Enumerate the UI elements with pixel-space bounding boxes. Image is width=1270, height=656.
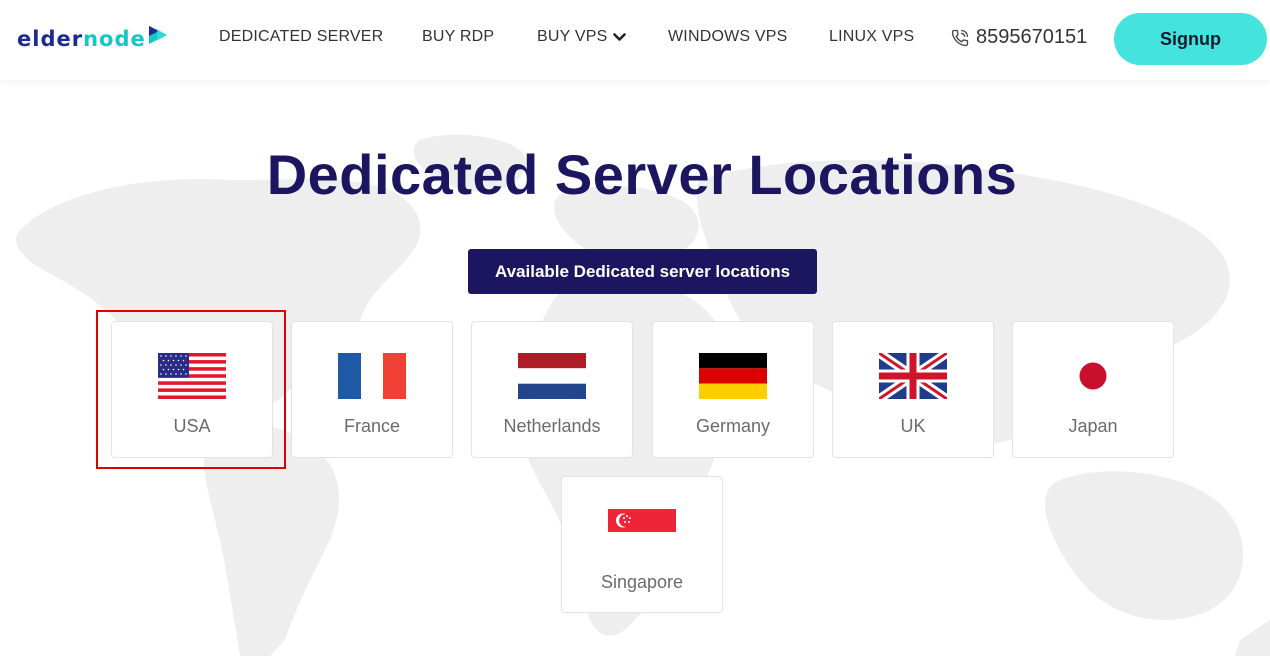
nav-buy-vps[interactable]: BUY VPS [537,28,627,46]
location-label: Netherlands [503,416,601,436]
nav-windows-vps[interactable]: WINDOWS VPS [668,28,788,46]
singapore-flag-icon [608,509,676,532]
phone-number: 8595670151 [976,26,1088,48]
location-card-usa[interactable]: USA [111,321,273,458]
top-header: eldernode DEDICATED SERVER BUY RDP BUY V… [0,0,1270,80]
phone-icon [951,29,969,46]
nav-buy-rdp[interactable]: BUY RDP [422,28,494,46]
france-flag-icon [338,353,406,399]
germany-flag-icon [699,353,767,399]
location-label: Japan [1068,416,1118,436]
location-label: Germany [695,416,771,436]
logo-play-icon [148,26,167,44]
netherlands-flag-icon [518,353,586,399]
location-card-singapore[interactable]: Singapore [561,476,723,613]
logo-text: eldernode [17,27,146,51]
nav-dedicated-server[interactable]: DEDICATED SERVER [219,28,383,46]
usa-flag-icon [158,353,226,399]
eldernode-logo[interactable]: eldernode [17,24,169,54]
location-label: USA [173,416,211,436]
location-card-netherlands[interactable]: Netherlands [471,321,633,458]
location-label: Singapore [600,572,684,592]
location-card-japan[interactable]: Japan [1012,321,1174,458]
chevron-down-icon [613,32,627,41]
location-card-france[interactable]: France [291,321,453,458]
signup-button[interactable]: Signup [1114,13,1267,65]
location-card-uk[interactable]: UK [832,321,994,458]
phone-contact[interactable]: 8595670151 [950,26,1087,49]
available-locations-button[interactable]: Available Dedicated server locations [468,249,817,294]
location-label: France [343,416,401,436]
location-label: UK [900,416,926,436]
location-card-germany[interactable]: Germany [652,321,814,458]
japan-flag-icon [1059,353,1127,399]
uk-flag-icon [879,353,947,399]
nav-linux-vps[interactable]: LINUX VPS [829,28,914,46]
page-title: Dedicated Server Locations [266,143,1018,206]
